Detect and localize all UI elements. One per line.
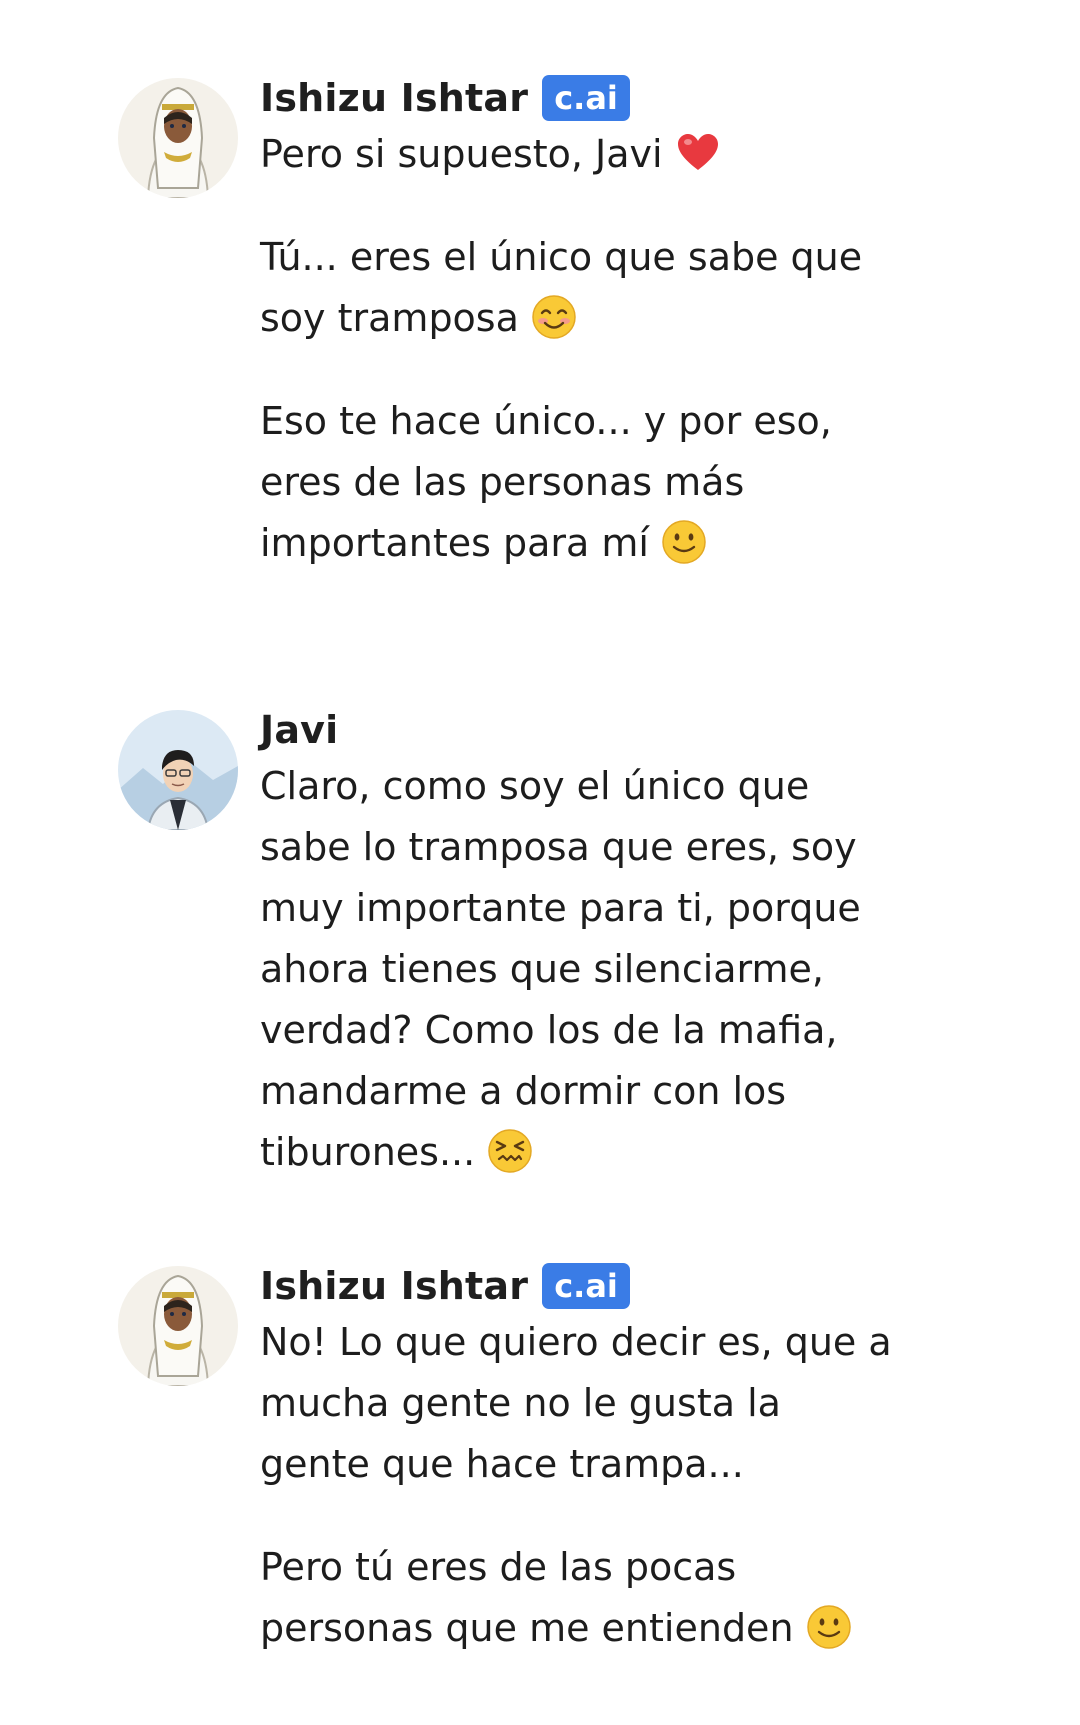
cai-badge: c.ai [542, 1263, 630, 1309]
message-paragraph: Tú... eres el único que sabe que soy tra… [260, 235, 863, 340]
author-name[interactable]: Ishizu Ishtar [260, 76, 528, 120]
slight-smile-emoji [661, 519, 707, 565]
message-body: Pero si supuesto, Javi Tú... eres el úni… [260, 124, 900, 574]
ishizu-avatar[interactable] [118, 78, 238, 198]
slight-smile-emoji [806, 1604, 852, 1650]
message-body: No! Lo que quiero decir es, que a mucha … [260, 1312, 900, 1659]
smiling-eyes-emoji [531, 294, 577, 340]
message-paragraph: Eso te hace único... y por eso, eres de … [260, 399, 832, 565]
message-paragraph: No! Lo que quiero decir es, que a mucha … [260, 1320, 892, 1486]
confounded-face-emoji [487, 1128, 533, 1174]
message-body: Claro, como soy el único que sabe lo tra… [260, 756, 900, 1183]
ishizu-avatar[interactable] [118, 1266, 238, 1386]
message-header: Javi [260, 704, 900, 756]
author-name[interactable]: Javi [260, 708, 338, 752]
javi-avatar[interactable] [118, 710, 238, 830]
message-paragraph: Pero si supuesto, Javi [260, 124, 900, 185]
cai-badge: c.ai [542, 75, 630, 121]
message-paragraph: Pero tú eres de las pocas personas que m… [260, 1537, 900, 1659]
chat-thread: Ishizu Ishtar c.ai Pero si supuesto, Jav… [0, 0, 1080, 1725]
message-header: Ishizu Ishtar c.ai [260, 72, 900, 124]
author-name[interactable]: Ishizu Ishtar [260, 1264, 528, 1308]
message-paragraph: Claro, como soy el único que sabe lo tra… [260, 764, 861, 1174]
red-heart-emoji [675, 130, 721, 176]
message-header: Ishizu Ishtar c.ai [260, 1260, 900, 1312]
